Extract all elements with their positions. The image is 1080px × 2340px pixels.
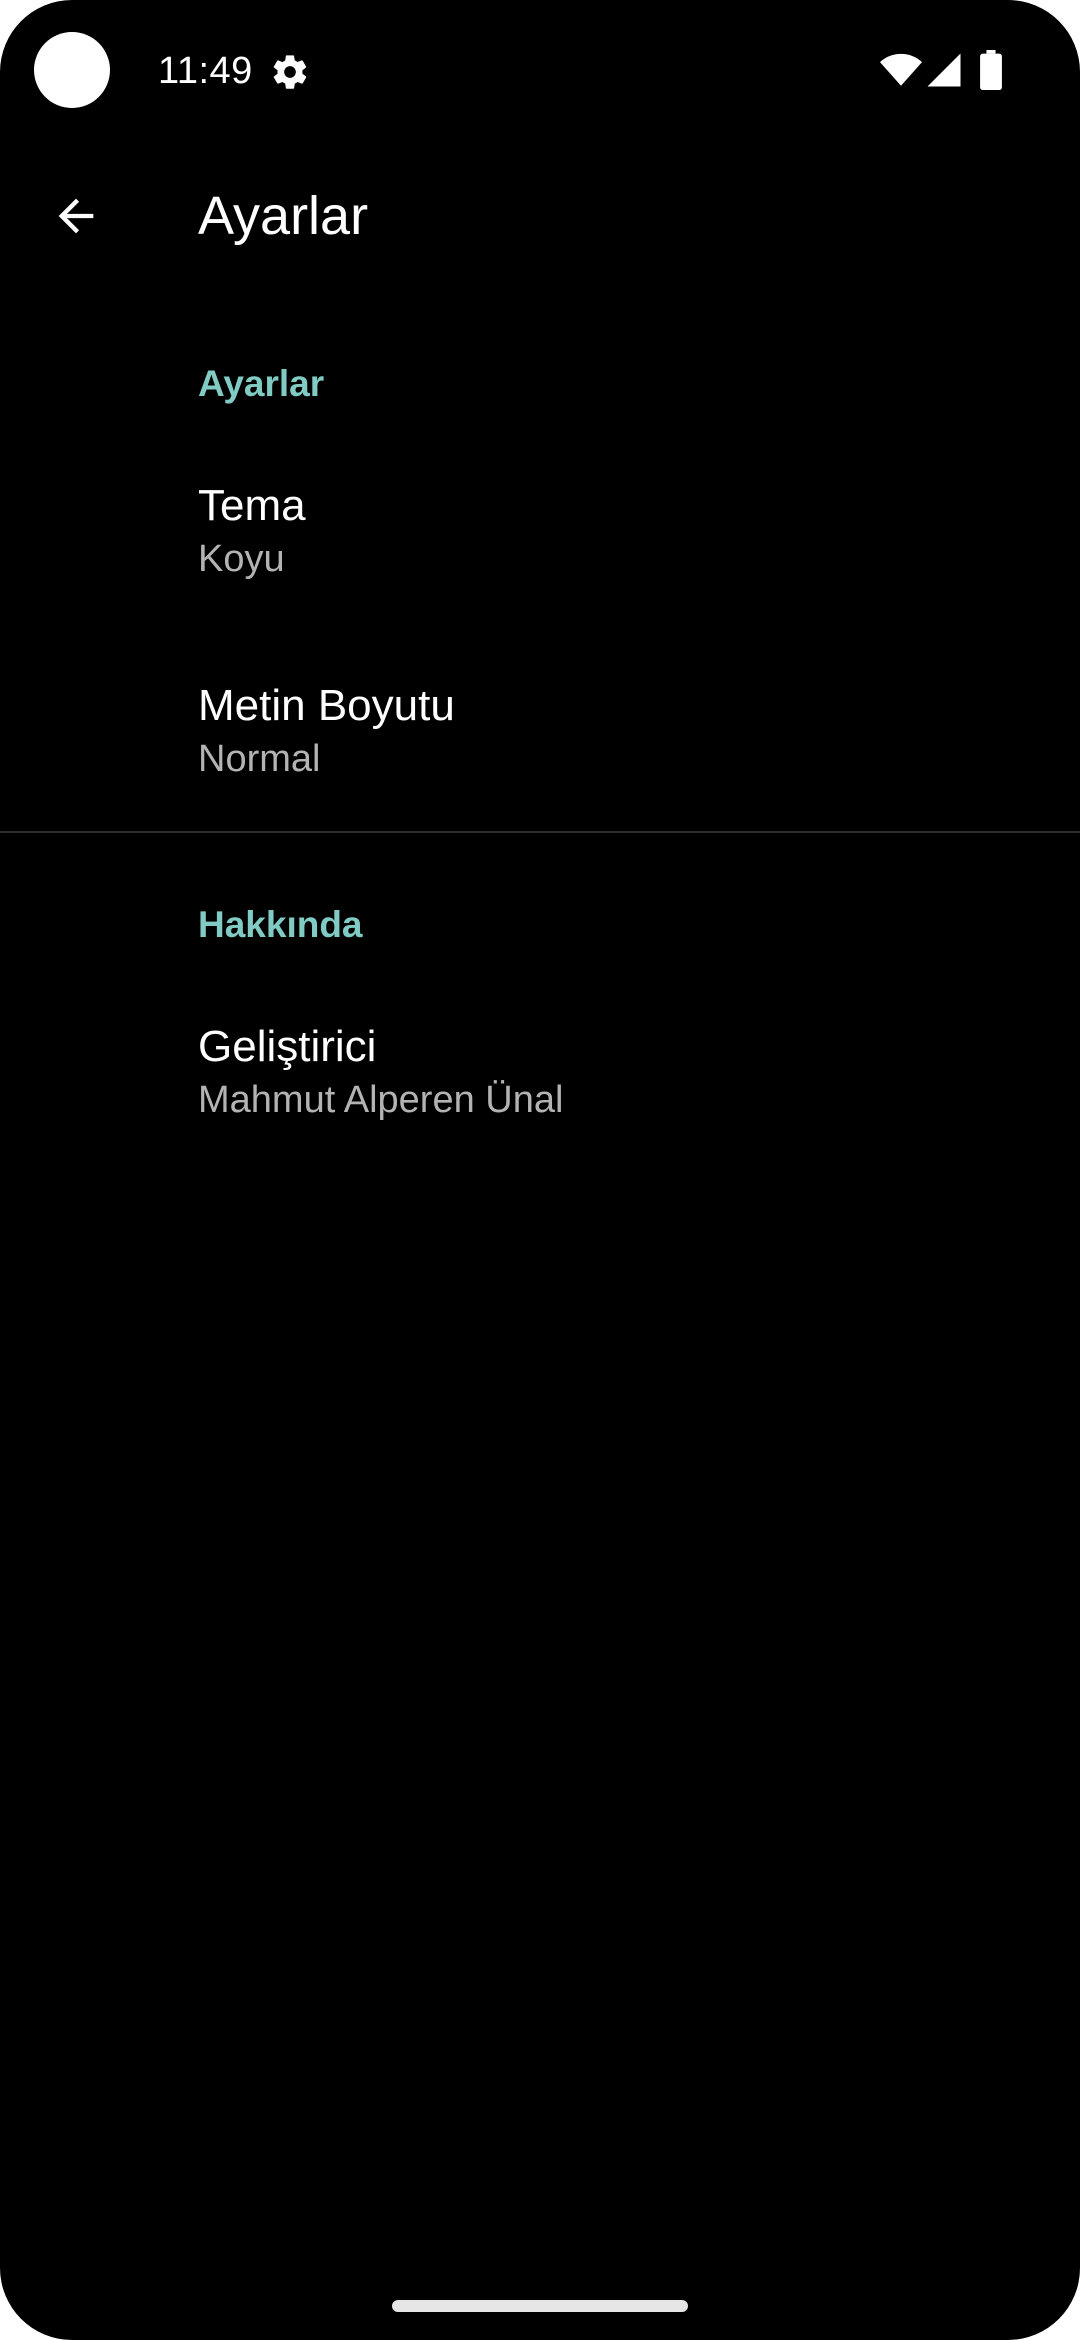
pref-item-theme[interactable]: Tema Koyu xyxy=(0,480,1080,600)
pref-title: Metin Boyutu xyxy=(198,681,455,730)
arrow-back-icon xyxy=(58,198,94,234)
pref-item-developer[interactable]: Geliştirici Mahmut Alperen Ünal xyxy=(0,1021,1080,1141)
wifi-icon xyxy=(880,53,922,86)
status-time: 11:49 xyxy=(158,50,253,92)
section-header-about: Hakkında xyxy=(198,904,363,945)
pref-summary: Mahmut Alperen Ünal xyxy=(198,1079,564,1121)
gesture-nav-handle[interactable] xyxy=(392,2300,688,2312)
section-header-settings: Ayarlar xyxy=(198,363,325,404)
pref-item-text-size[interactable]: Metin Boyutu Normal xyxy=(0,680,1080,800)
pref-summary: Koyu xyxy=(198,538,285,580)
battery-icon xyxy=(980,50,1002,90)
section-divider xyxy=(0,831,1080,833)
status-bar: 11:49 xyxy=(0,0,1080,140)
page-title: Ayarlar xyxy=(198,186,369,246)
signal-icon xyxy=(927,53,961,87)
back-button[interactable] xyxy=(36,180,116,252)
pref-title: Tema xyxy=(198,481,306,530)
app-bar: Ayarlar xyxy=(0,160,1080,270)
pref-title: Geliştirici xyxy=(198,1022,377,1071)
gear-icon xyxy=(273,55,307,89)
device-screen: 11:49 Ayarlar Ayarlar Tema Koyu Metin Bo… xyxy=(0,0,1080,2340)
pref-summary: Normal xyxy=(198,738,321,780)
front-camera xyxy=(34,32,110,108)
